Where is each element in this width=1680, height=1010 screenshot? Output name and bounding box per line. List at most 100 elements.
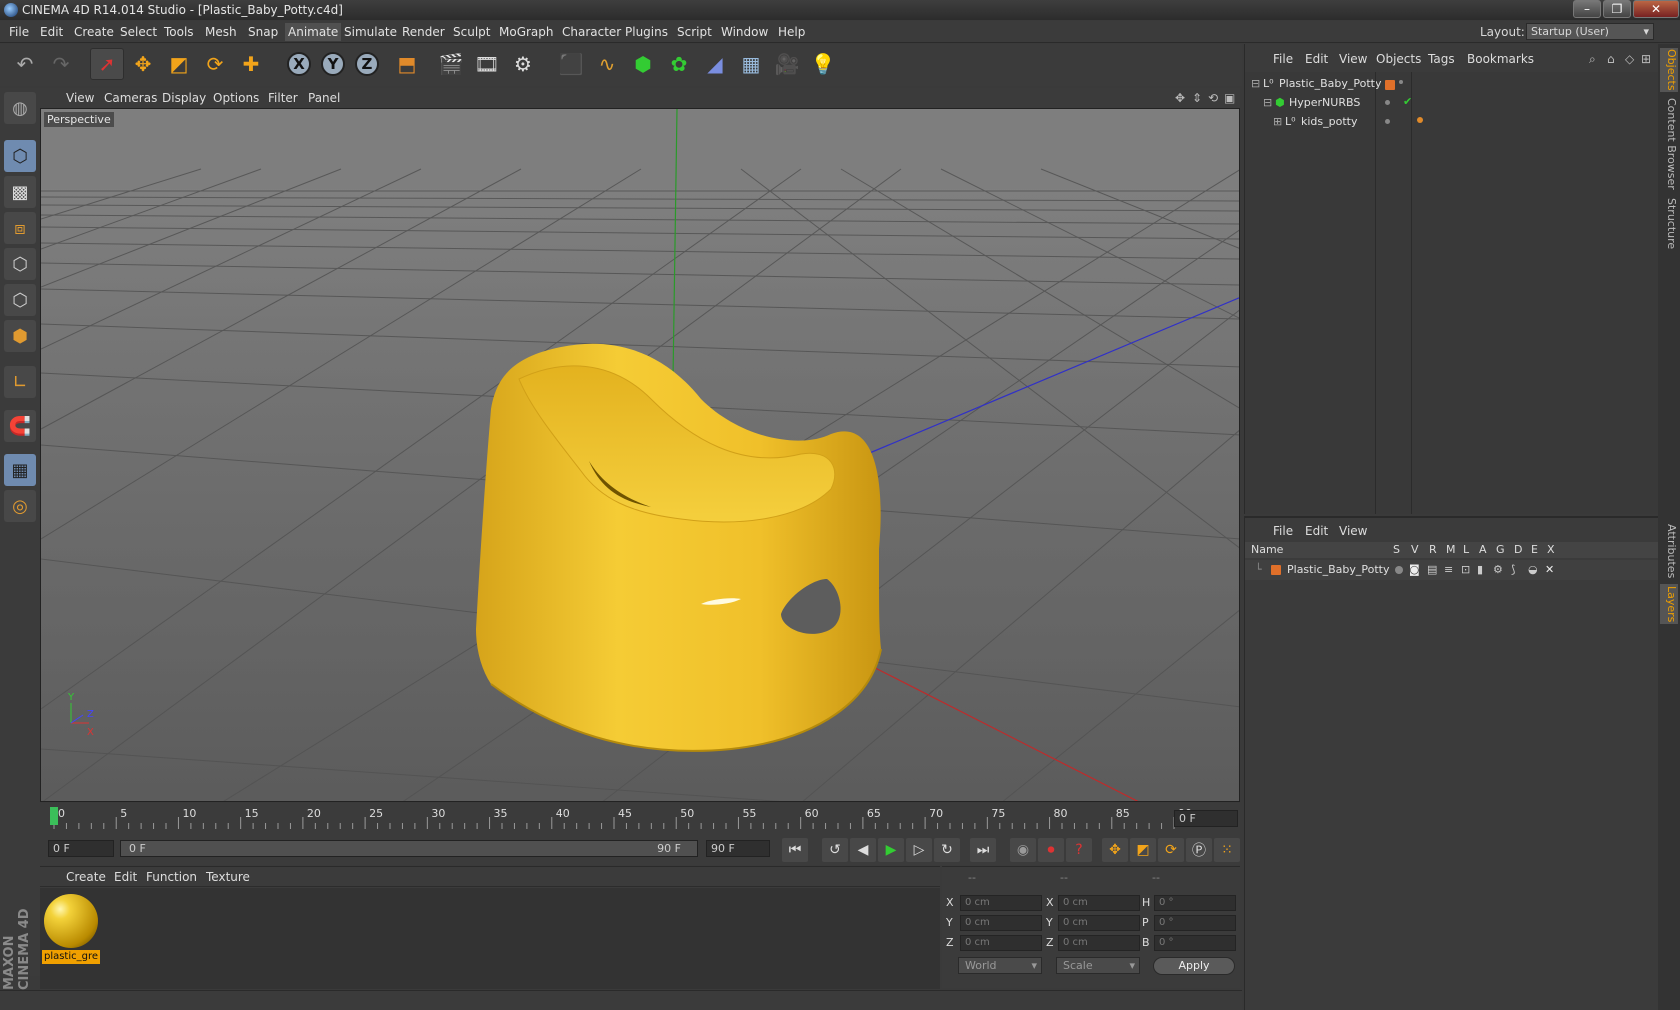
recent-tool-button[interactable]: ✚ bbox=[234, 48, 268, 80]
menu-select[interactable]: Select bbox=[120, 25, 157, 39]
viewport-rotate-icon[interactable]: ⟲ bbox=[1208, 91, 1218, 105]
tab-content-browser[interactable]: Content Browser bbox=[1660, 98, 1678, 190]
column-manager[interactable]: M bbox=[1446, 543, 1456, 556]
menu-file[interactable]: File bbox=[9, 25, 29, 39]
undo-button[interactable]: ↶ bbox=[8, 48, 42, 80]
expand-toggle-icon[interactable]: ⊟ bbox=[1251, 77, 1260, 90]
expand-toggle-icon[interactable]: ⊟ bbox=[1263, 96, 1272, 109]
lm-menu-edit[interactable]: Edit bbox=[1305, 524, 1328, 538]
editor-visibility-dot[interactable] bbox=[1399, 80, 1403, 84]
viewport-menu-view[interactable]: View bbox=[66, 91, 94, 105]
minimize-button[interactable]: – bbox=[1573, 0, 1601, 18]
axis-mode-button[interactable]: ∟ bbox=[4, 366, 36, 398]
menu-edit[interactable]: Edit bbox=[40, 25, 63, 39]
scene-floor-button[interactable]: ▦ bbox=[734, 48, 768, 80]
column-xref[interactable]: X bbox=[1547, 543, 1555, 556]
viewport-menu-options[interactable]: Options bbox=[213, 91, 259, 105]
pos-x-field[interactable]: 0 cm bbox=[960, 895, 1042, 911]
solo-toggle-icon[interactable] bbox=[1395, 566, 1403, 574]
column-solo[interactable]: S bbox=[1393, 543, 1400, 556]
scale-tool-button[interactable]: ◩ bbox=[162, 48, 196, 80]
maximize-button[interactable]: ❐ bbox=[1603, 0, 1631, 18]
om-menu-view[interactable]: View bbox=[1339, 52, 1367, 66]
close-button[interactable]: ✕ bbox=[1633, 0, 1679, 18]
layout-select[interactable]: Startup (User) ▾ bbox=[1526, 23, 1654, 40]
edges-mode-button[interactable]: ⬡ bbox=[4, 284, 36, 316]
om-menu-bookmarks[interactable]: Bookmarks bbox=[1467, 52, 1534, 66]
search-icon[interactable]: ⌕ bbox=[1589, 52, 1596, 67]
layer-color-swatch[interactable] bbox=[1271, 565, 1281, 575]
tab-objects[interactable]: Objects bbox=[1660, 48, 1678, 92]
tab-attributes[interactable]: Attributes bbox=[1660, 522, 1678, 580]
material-tag-icon[interactable] bbox=[1417, 117, 1423, 123]
record-scale-button[interactable]: ◩ bbox=[1130, 838, 1156, 862]
menu-mesh[interactable]: Mesh bbox=[205, 25, 237, 39]
points-mode-button[interactable]: ⬡ bbox=[4, 248, 36, 280]
coordinate-space-dropdown[interactable]: World ▾ bbox=[958, 957, 1042, 974]
pos-y-field[interactable]: 0 cm bbox=[960, 915, 1042, 931]
menu-tools[interactable]: Tools bbox=[164, 25, 194, 39]
make-editable-button[interactable]: ◍ bbox=[4, 92, 36, 124]
live-selection-button[interactable]: ➚ bbox=[90, 48, 124, 80]
menu-simulate[interactable]: Simulate bbox=[344, 25, 397, 39]
record-position-button[interactable]: ✥ bbox=[1102, 838, 1128, 862]
spline-button[interactable]: ∿ bbox=[590, 48, 624, 80]
size-x-field[interactable]: 0 cm bbox=[1058, 895, 1140, 911]
view-eye-icon[interactable]: ◙ bbox=[1409, 563, 1420, 576]
light-button[interactable]: 💡 bbox=[806, 48, 840, 80]
redo-button[interactable]: ↷ bbox=[44, 48, 78, 80]
name-column-divider[interactable] bbox=[1375, 72, 1376, 514]
nurbs-button[interactable]: ⬢ bbox=[626, 48, 660, 80]
rot-p-field[interactable]: 0 ° bbox=[1154, 915, 1236, 931]
deformer-icon[interactable]: ⟆ bbox=[1511, 563, 1515, 576]
mograph-cloner-button[interactable]: ✿ bbox=[662, 48, 696, 80]
expand-toggle-icon[interactable]: ⊞ bbox=[1273, 115, 1282, 128]
xref-icon[interactable]: ✕ bbox=[1545, 563, 1554, 576]
column-render[interactable]: R bbox=[1429, 543, 1437, 556]
render-icon[interactable]: ▤ bbox=[1427, 563, 1437, 576]
column-view[interactable]: V bbox=[1411, 543, 1419, 556]
end-frame-field[interactable]: 90 F bbox=[706, 840, 770, 857]
camera-button[interactable]: 🎥 bbox=[770, 48, 804, 80]
menu-animate[interactable]: Animate bbox=[285, 23, 342, 41]
tab-layers[interactable]: Layers bbox=[1660, 584, 1678, 624]
record-keys-button[interactable]: ◉ bbox=[1010, 838, 1036, 862]
size-z-field[interactable]: 0 cm bbox=[1058, 935, 1140, 951]
column-generators[interactable]: G bbox=[1496, 543, 1505, 556]
viewport-menu-panel[interactable]: Panel bbox=[308, 91, 340, 105]
go-to-end-button[interactable]: ⏭ bbox=[970, 838, 996, 862]
viewport-maximize-icon[interactable]: ▣ bbox=[1224, 91, 1235, 105]
lock-icon[interactable]: ⊡ bbox=[1461, 563, 1470, 576]
menu-render[interactable]: Render bbox=[402, 25, 445, 39]
record-pla-button[interactable]: ⁙ bbox=[1214, 838, 1240, 862]
column-expressions[interactable]: E bbox=[1531, 543, 1538, 556]
om-menu-edit[interactable]: Edit bbox=[1305, 52, 1328, 66]
menu-plugins[interactable]: Plugins bbox=[625, 25, 668, 39]
editor-visibility-dot[interactable] bbox=[1385, 100, 1390, 105]
viewport-menu-cameras[interactable]: Cameras bbox=[104, 91, 157, 105]
object-row-hypernurbs[interactable]: ⊟ ⬢ HyperNURBS ✔ bbox=[1245, 93, 1659, 113]
tab-structure[interactable]: Structure bbox=[1660, 196, 1678, 252]
deformer-button[interactable]: ◢ bbox=[698, 48, 732, 80]
rot-h-field[interactable]: 0 ° bbox=[1154, 895, 1236, 911]
y-axis-lock-button[interactable]: Y bbox=[316, 48, 350, 80]
viewport-zoom-icon[interactable]: ⇕ bbox=[1192, 91, 1202, 105]
workplane-mode-button[interactable]: ⧈ bbox=[4, 212, 36, 244]
x-axis-lock-button[interactable]: X bbox=[282, 48, 316, 80]
timeline-ruler[interactable]: 051015202530354045505560657075808590 0 F bbox=[40, 803, 1240, 833]
menu-script[interactable]: Script bbox=[677, 25, 712, 39]
coordinate-system-button[interactable]: ⬒ bbox=[390, 48, 424, 80]
object-row-plastic-baby-potty[interactable]: ⊟ L⁰ Plastic_Baby_Potty bbox=[1245, 74, 1659, 94]
polygons-mode-button[interactable]: ⬢ bbox=[4, 320, 36, 352]
new-panel-icon[interactable]: ⊞ bbox=[1641, 52, 1651, 66]
go-to-start-button[interactable]: ⏮ bbox=[782, 838, 808, 862]
record-rotation-button[interactable]: ⟳ bbox=[1158, 838, 1184, 862]
previous-key-button[interactable]: ↺ bbox=[822, 838, 848, 862]
viewport-menu-filter[interactable]: Filter bbox=[268, 91, 298, 105]
lm-menu-file[interactable]: File bbox=[1273, 524, 1293, 538]
viewport-menu-display[interactable]: Display bbox=[162, 91, 206, 105]
keyframe-selection-button[interactable]: ? bbox=[1066, 838, 1092, 862]
frame-range-slider[interactable]: 0 F 90 F bbox=[120, 840, 698, 857]
start-frame-field[interactable]: 0 F bbox=[48, 840, 114, 857]
size-y-field[interactable]: 0 cm bbox=[1058, 915, 1140, 931]
